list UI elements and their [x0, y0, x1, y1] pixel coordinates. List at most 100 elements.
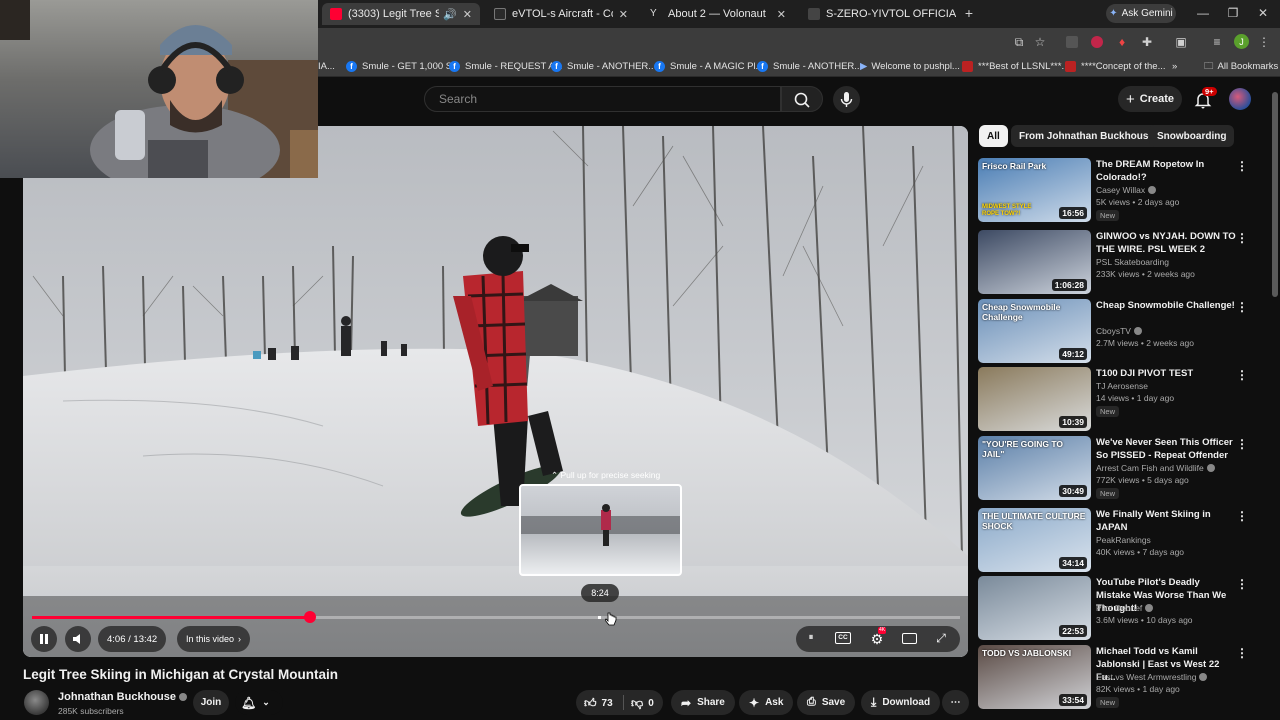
bookmark-item[interactable]: ****Concept of the... — [1065, 59, 1166, 74]
more-options-icon[interactable]: ⋮ — [1236, 508, 1248, 524]
recommendation-channel[interactable]: Arrest Cam Fish and Wildlife — [1096, 463, 1215, 473]
recommendation-title[interactable]: We Finally Went Skiing in JAPAN — [1096, 508, 1236, 534]
tab-evtol[interactable]: eVTOL-s Aircraft - Coolflyaircra ✕ — [486, 3, 636, 25]
dislike-button[interactable]: 👎︎ 0 — [631, 694, 654, 712]
settings-button[interactable]: ⚙ 4K — [868, 627, 887, 648]
recommendation-channel[interactable]: Pilot Debrief — [1096, 603, 1154, 613]
more-options-icon[interactable]: ⋮ — [1236, 230, 1248, 246]
bookmark-item[interactable]: f Smule - ANOTHER... — [757, 59, 862, 74]
search-button[interactable] — [781, 86, 823, 112]
more-options-icon[interactable]: ⋮ — [1236, 299, 1248, 315]
recommendation-channel[interactable]: TJ Aerosense — [1096, 381, 1148, 391]
fullscreen-button[interactable]: ⤢ — [933, 630, 949, 646]
recommendation-item[interactable]: Cheap Snowmobile Challenge 49:12 Cheap Sno… — [978, 299, 1268, 363]
menu-lines-icon[interactable]: ≡ — [1210, 35, 1224, 49]
minimize-icon[interactable]: — — [1196, 5, 1210, 21]
recommendation-title[interactable]: GINWOO vs NYJAH. DOWN TO THE WIRE. PSL W… — [1096, 230, 1236, 256]
all-bookmarks[interactable]: 🗀 All Bookmarks — [1204, 59, 1278, 74]
recommendation-item[interactable]: TODD VS JABLONSKI 33:54 Michael Todd vs Ka… — [978, 645, 1268, 709]
video-thumbnail[interactable]: TODD VS JABLONSKI 33:54 — [978, 645, 1091, 709]
more-options-icon[interactable]: ⋮ — [1236, 158, 1248, 174]
new-tab-icon[interactable]: + — [960, 4, 978, 22]
speaker-icon[interactable]: 🔊 — [443, 8, 457, 21]
extension-c-icon[interactable]: ♦ — [1116, 35, 1128, 49]
bookmark-item[interactable]: ▶ Welcome to pushpl... — [860, 59, 960, 74]
channel-avatar[interactable] — [24, 690, 49, 715]
bookmark-item[interactable]: f Smule - ANOTHER... — [551, 59, 656, 74]
autoplay-toggle[interactable]: ⏸ — [802, 632, 820, 646]
close-tab-icon[interactable]: ✕ — [613, 8, 628, 21]
download-button[interactable]: ⤓ Download — [861, 690, 941, 715]
tab-szero[interactable]: S-ZERO-YIVTOL OFFICIAL ✕ — [800, 3, 956, 25]
save-button[interactable]: ⎙ Save — [797, 690, 856, 715]
channel-name[interactable]: Johnathan Buckhouse — [58, 691, 187, 703]
recommendation-item[interactable]: 1:06:28 GINWOO vs NYJAH. DOWN TO THE WIRE… — [978, 230, 1268, 294]
bookmark-item[interactable]: f Smule - GET 1,000 S... — [346, 59, 460, 74]
recommendation-item[interactable]: 22:53 YouTube Pilot's Deadly Mistake Was … — [978, 576, 1268, 640]
recommendation-item[interactable]: 10:39 T100 DJI PIVOT TEST TJ Aerosense 14 v… — [978, 367, 1268, 431]
recommendation-title[interactable]: We've Never Seen This Officer So PISSED … — [1096, 436, 1236, 462]
tab-youtube[interactable]: (3303) Legit Tree Skiing in M 🔊 ✕ — [322, 3, 480, 25]
sidebar-scrollbar[interactable] — [1272, 92, 1278, 297]
progress-bar[interactable] — [32, 611, 960, 623]
ask-button[interactable]: ✦ Ask — [739, 690, 794, 715]
recommendation-title[interactable]: Cheap Snowmobile Challenge! — [1096, 299, 1236, 312]
in-this-video-button[interactable]: In this video › — [177, 626, 251, 652]
recommendation-channel[interactable]: PeakRankings — [1096, 535, 1151, 545]
video-player[interactable]: ⌃ Pull up for precise seeking 8:24 4:06 … — [23, 126, 968, 657]
video-thumbnail[interactable]: THE ULTIMATE CULTURE SHOCK 34:14 — [978, 508, 1091, 572]
recommendation-channel[interactable]: PSL Skateboarding — [1096, 257, 1169, 267]
more-options-icon[interactable]: ⋮ — [1236, 367, 1248, 383]
browser-menu-icon[interactable]: ⋮ — [1258, 35, 1270, 49]
video-thumbnail[interactable]: "YOU'RE GOING TO JAIL" 30:49 — [978, 436, 1091, 500]
recommendation-item[interactable]: THE ULTIMATE CULTURE SHOCK 34:14 We Finall… — [978, 508, 1268, 572]
close-tab-icon[interactable]: ✕ — [457, 8, 472, 21]
recommendation-item[interactable]: "YOU'RE GOING TO JAIL" 30:49 We've Never S… — [978, 436, 1268, 500]
extension-a-icon[interactable] — [1066, 36, 1078, 48]
share-button[interactable]: ➦ Share — [671, 690, 735, 715]
search-input[interactable]: Search — [424, 86, 781, 112]
join-button[interactable]: Join — [193, 690, 229, 715]
video-thumbnail[interactable]: 10:39 — [978, 367, 1091, 431]
bookmark-star-icon[interactable]: ☆ — [1033, 35, 1047, 49]
recommendation-channel[interactable]: Casey Willax — [1096, 185, 1157, 195]
recommendation-channel[interactable]: CboysTV — [1096, 326, 1142, 336]
more-actions-button[interactable]: ⋯ — [942, 690, 969, 715]
close-window-icon[interactable]: ✕ — [1256, 5, 1270, 21]
recommendation-title[interactable]: The DREAM Ropetow In Colorado!? — [1096, 158, 1236, 184]
recommendation-title[interactable]: T100 DJI PIVOT TEST — [1096, 367, 1236, 380]
video-thumbnail[interactable]: 22:53 — [978, 576, 1091, 640]
bookmark-item[interactable]: ***Best of LLSNL***... — [962, 59, 1069, 74]
close-tab-icon[interactable]: ✕ — [771, 8, 786, 21]
like-button[interactable]: 👍︎ 73 — [584, 694, 613, 712]
video-thumbnail[interactable]: Frisco Rail Park MIDWEST STYLE ROPE TOW?!… — [978, 158, 1091, 222]
more-options-icon[interactable]: ⋮ — [1236, 645, 1248, 661]
bookmark-item[interactable]: IA... — [318, 59, 335, 74]
restore-icon[interactable]: ❐ — [1226, 5, 1240, 21]
voice-search-button[interactable] — [833, 86, 860, 113]
install-app-icon[interactable]: ⧉ — [1012, 35, 1026, 49]
captions-button[interactable]: CC — [835, 632, 851, 644]
more-options-icon[interactable]: ⋮ — [1236, 576, 1248, 592]
more-bookmarks-icon[interactable]: » — [1172, 59, 1177, 74]
bookmark-item[interactable]: f Smule - A MAGIC Pl... — [654, 59, 763, 74]
more-options-icon[interactable]: ⋮ — [1236, 436, 1248, 452]
account-avatar[interactable] — [1229, 88, 1251, 110]
ask-gemini-button[interactable]: ✦ Ask Gemini — [1106, 4, 1176, 23]
theater-mode-button[interactable] — [902, 633, 917, 644]
recommendation-channel[interactable]: East vs West Armwrestling — [1096, 672, 1208, 682]
play-pause-button[interactable] — [31, 626, 57, 652]
subscribed-button[interactable]: 🔔︎ ⌄ — [235, 690, 283, 715]
profile-avatar[interactable]: J — [1234, 34, 1249, 49]
create-button[interactable]: + Create — [1118, 86, 1182, 112]
chip-all[interactable]: All — [979, 125, 1008, 147]
extension-b-icon[interactable] — [1091, 36, 1103, 48]
tab-volonaut[interactable]: Y About 2 — Volonaut ✕ — [642, 3, 794, 25]
sidebar-icon[interactable]: ▣ — [1174, 35, 1188, 49]
video-thumbnail[interactable]: 1:06:28 — [978, 230, 1091, 294]
bookmark-item[interactable]: f Smule - REQUEST A... — [449, 59, 563, 74]
chip-from-channel[interactable]: From Johnathan Buckhouse — [1011, 125, 1163, 147]
chip-snowboarding[interactable]: Snowboarding — [1149, 125, 1235, 147]
extensions-puzzle-icon[interactable]: ✚ — [1140, 35, 1154, 49]
recommendation-item[interactable]: Frisco Rail Park MIDWEST STYLE ROPE TOW?!… — [978, 158, 1268, 222]
